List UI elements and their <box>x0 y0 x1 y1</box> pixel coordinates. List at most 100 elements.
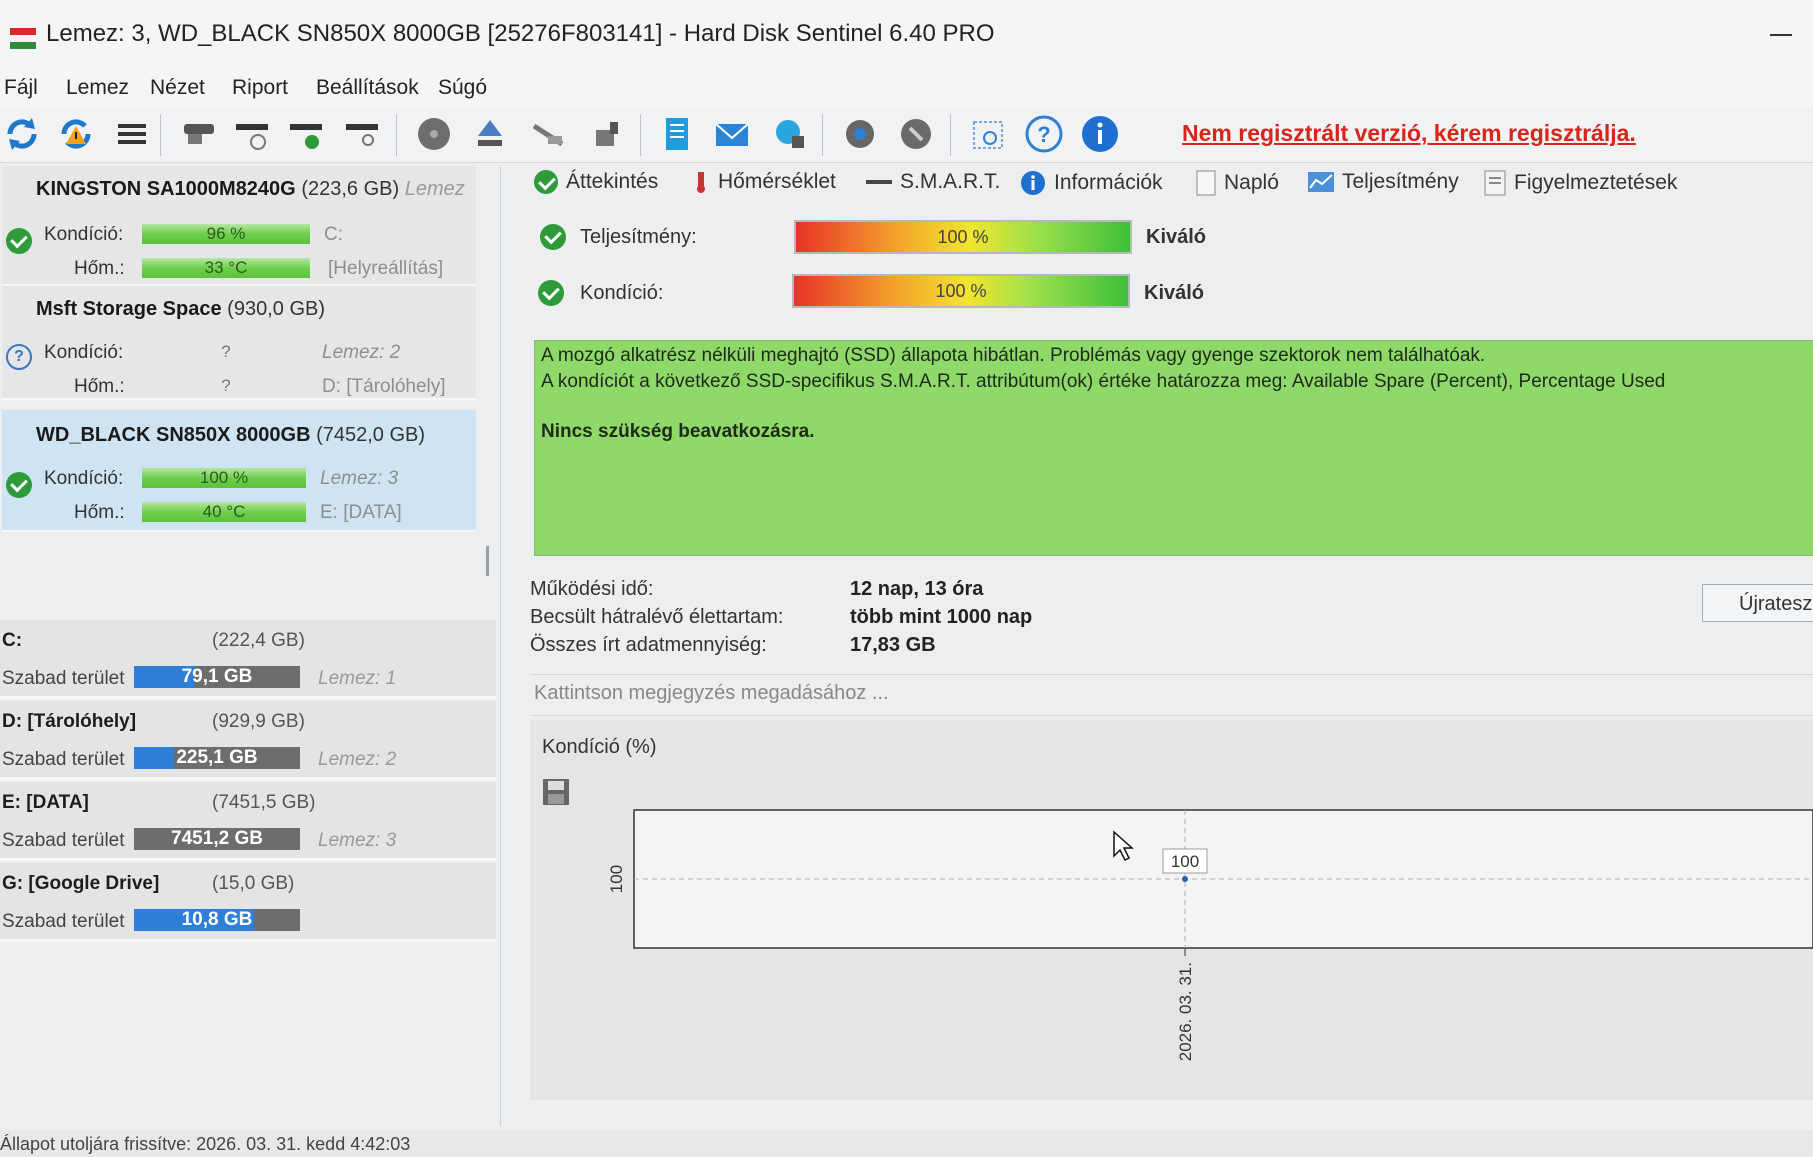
shield-icon[interactable] <box>894 112 938 156</box>
menu-file[interactable]: Fájl <box>4 70 38 106</box>
disk-item-wd-black[interactable]: WD_BLACK SN850X 8000GB (7452,0 GB) Kondí… <box>2 410 476 532</box>
lifetime-value: több mint 1000 nap <box>850 606 1033 628</box>
tab-temperature[interactable]: Hőmérséklet <box>692 170 836 194</box>
disk-name: Msft Storage Space (930,0 GB) <box>36 298 325 320</box>
volume-item-g[interactable]: G: [Google Drive] (15,0 GB) Szabad terül… <box>0 863 496 942</box>
temp-bar: ? <box>142 376 310 396</box>
disk-search-icon[interactable] <box>340 112 384 156</box>
tab-bar: Áttekintés Hőmérséklet S.M.A.R.T. Inform… <box>528 166 1813 206</box>
tab-information[interactable]: Információk <box>1020 170 1163 196</box>
disk-partition: [Helyreállítás] <box>328 258 444 279</box>
x-tick-label: 2026. 03. 31. <box>1176 962 1195 1061</box>
free-space-bar: 225,1 GB <box>134 747 300 769</box>
menu-view[interactable]: Nézet <box>150 70 205 106</box>
free-space-label: Szabad terület <box>2 668 125 689</box>
data-point <box>1182 876 1188 882</box>
gear-tools-icon[interactable] <box>584 112 628 156</box>
performance-label: Teljesítmény: <box>580 226 697 248</box>
temp-label: Hőm.: <box>74 502 125 523</box>
disk-number: Lemez: 2 <box>322 342 401 363</box>
eject-icon[interactable] <box>468 112 512 156</box>
condition-bar: ? <box>142 342 310 362</box>
network-icon[interactable] <box>768 112 812 156</box>
tab-performance[interactable]: Teljesítmény <box>1308 170 1459 194</box>
performance-ok-icon <box>540 224 566 250</box>
condition-ok-icon <box>538 280 564 306</box>
refresh-warning-icon[interactable] <box>54 112 98 156</box>
screenshot-icon[interactable] <box>966 112 1010 156</box>
summary-line-2: A kondíciót a következő SSD-specifikus S… <box>541 371 1666 392</box>
tab-warnings[interactable]: Figyelmeztetések <box>1484 170 1677 196</box>
disk-item-storage-space[interactable]: Msft Storage Space (930,0 GB) ? Kondíció… <box>2 286 476 400</box>
temp-label: Hőm.: <box>74 258 125 279</box>
tab-overview[interactable]: Áttekintés <box>534 170 658 194</box>
disk-drive-letter: C: <box>324 224 343 245</box>
warnings-icon <box>1484 170 1506 196</box>
free-space-label: Szabad terület <box>2 830 125 851</box>
free-space-bar: 79,1 GB <box>134 666 300 688</box>
thermometer-icon <box>697 172 705 193</box>
temp-bar: 40 °C <box>142 502 306 522</box>
volume-size: (15,0 GB) <box>212 873 295 894</box>
toolbar: ? Nem regisztrált verzió, kérem regisztr… <box>0 106 1813 163</box>
uptime-label: Működési idő: <box>530 578 654 600</box>
volume-name: G: [Google Drive] <box>2 873 160 894</box>
menu-settings[interactable]: Beállítások <box>316 70 419 106</box>
condition-bar: 100 % <box>792 274 1130 308</box>
data-label: 100 <box>1171 852 1199 871</box>
volume-item-c[interactable]: C: (222,4 GB) Szabad terület 79,1 GB Lem… <box>0 620 496 699</box>
tab-smart[interactable]: S.M.A.R.T. <box>866 170 1000 194</box>
email-icon[interactable] <box>710 112 754 156</box>
status-unknown-icon: ? <box>6 344 32 370</box>
note-placeholder[interactable]: Kattintson megjegyzés megadásához ... <box>534 682 889 705</box>
volume-item-d[interactable]: D: [Tárolóhely] (929,9 GB) Szabad terüle… <box>0 701 496 780</box>
written-value: 17,83 GB <box>850 634 936 656</box>
condition-chart: 100 100 2026. 03. 31. <box>607 809 1813 1061</box>
lifetime-label: Becsült hátralévő élettartam: <box>530 606 784 628</box>
check-icon <box>534 170 558 194</box>
volume-name: E: [DATA] <box>2 792 89 813</box>
info-icon <box>1021 171 1045 195</box>
summary-line-1: A mozgó alkatrész nélküli meghajtó (SSD)… <box>541 345 1486 366</box>
mouse-cursor-icon <box>1113 830 1134 862</box>
disk-list-icon[interactable] <box>110 112 154 156</box>
volume-disk-number: Lemez: 2 <box>318 749 397 770</box>
smart-icon <box>866 180 892 184</box>
reset-button[interactable]: Újratesz <box>1702 584 1813 622</box>
tab-log[interactable]: Napló <box>1196 170 1279 196</box>
volume-disk-number: Lemez: 3 <box>318 830 397 851</box>
menu-report[interactable]: Riport <box>232 70 288 106</box>
status-text: Állapot utoljára frissítve: 2026. 03. 31… <box>0 1134 411 1154</box>
volume-item-e[interactable]: E: [DATA] (7451,5 GB) Szabad terület 745… <box>0 782 496 861</box>
condition-chart-panel: Kondíció (%) 100 100 2026. 03. 31. <box>530 720 1813 1100</box>
menu-disk[interactable]: Lemez <box>66 70 129 106</box>
summary-action: Nincs szükség beavatkozásra. <box>541 421 815 442</box>
register-link[interactable]: Nem regisztrált verzió, kérem regisztrál… <box>1182 120 1636 147</box>
volume-name: C: <box>2 630 23 651</box>
tools-icon[interactable] <box>526 112 570 156</box>
splitter-handle[interactable] <box>486 546 489 576</box>
help-icon[interactable]: ? <box>1022 112 1066 156</box>
y-tick-label: 100 <box>607 865 626 893</box>
disk-list-panel: KINGSTON SA1000M8240G (223,6 GB) Lemez K… <box>0 166 501 1126</box>
disk-schedule-icon[interactable] <box>230 112 274 156</box>
temp-bar: 33 °C <box>142 258 310 278</box>
disk-check-icon[interactable] <box>284 112 328 156</box>
disk-item-kingston[interactable]: KINGSTON SA1000M8240G (223,6 GB) Lemez K… <box>2 166 476 286</box>
free-space-bar: 10,8 GB <box>134 909 300 931</box>
report-icon[interactable] <box>654 112 698 156</box>
condition-bar: 100 % <box>142 468 306 488</box>
disk-partition: E: [DATA] <box>320 502 402 523</box>
info-icon[interactable] <box>1078 112 1122 156</box>
refresh-icon[interactable] <box>0 112 44 156</box>
disk-name: WD_BLACK SN850X 8000GB (7452,0 GB) <box>36 424 426 446</box>
free-space-bar: 7451,2 GB <box>134 828 300 850</box>
menu-help[interactable]: Súgó <box>438 70 487 106</box>
disk-icon[interactable] <box>176 112 220 156</box>
settings-icon[interactable] <box>838 112 882 156</box>
volume-size: (7451,5 GB) <box>212 792 316 813</box>
minimize-button[interactable] <box>1770 34 1792 36</box>
volume-disk-number: Lemez: 1 <box>318 668 397 689</box>
performance-icon <box>1308 172 1334 192</box>
drive-icon[interactable] <box>412 112 456 156</box>
